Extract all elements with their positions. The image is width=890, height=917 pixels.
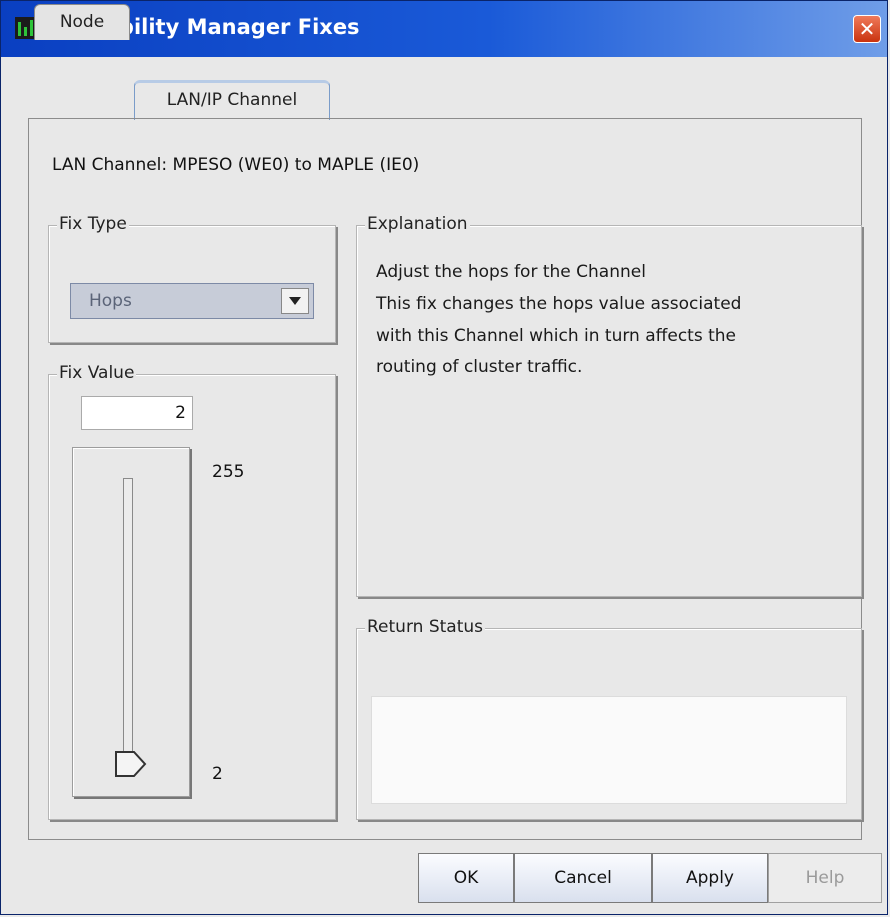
close-icon[interactable]: ✕	[853, 15, 881, 43]
fix-value-input[interactable]: 2	[81, 396, 193, 430]
tab-lan-ip-channel[interactable]: LAN/IP Channel	[134, 80, 330, 120]
fix-type-selected: Hops	[89, 291, 132, 311]
tab-node[interactable]: Node	[34, 4, 130, 40]
return-status-label: Return Status	[365, 617, 485, 637]
slider-min-label: 2	[212, 764, 223, 784]
explanation-line: with this Channel which in turn affects …	[376, 326, 736, 346]
explanation-line: routing of cluster traffic.	[376, 357, 583, 377]
fix-type-label: Fix Type	[57, 214, 129, 234]
apply-button[interactable]: Apply	[652, 853, 768, 903]
explanation-label: Explanation	[365, 214, 470, 234]
explanation-line: This fix changes the hops value associat…	[376, 294, 742, 314]
return-status-field	[371, 696, 847, 804]
hops-slider-track[interactable]	[123, 478, 133, 773]
channel-label: LAN Channel: MPESO (WE0) to MAPLE (IE0)	[52, 155, 420, 175]
slider-thumb[interactable]	[114, 750, 148, 778]
fix-value-label: Fix Value	[57, 363, 137, 383]
explanation-heading: Adjust the hops for the Channel	[376, 262, 646, 282]
help-button[interactable]: Help	[768, 853, 882, 903]
fix-type-select[interactable]: Hops	[70, 283, 314, 319]
chevron-down-icon[interactable]	[281, 288, 309, 314]
title-bar[interactable]: Availability Manager Fixes ✕	[1, 1, 887, 57]
ok-button[interactable]: OK	[418, 853, 514, 903]
slider-max-label: 255	[212, 462, 245, 482]
cancel-button[interactable]: Cancel	[514, 853, 652, 903]
